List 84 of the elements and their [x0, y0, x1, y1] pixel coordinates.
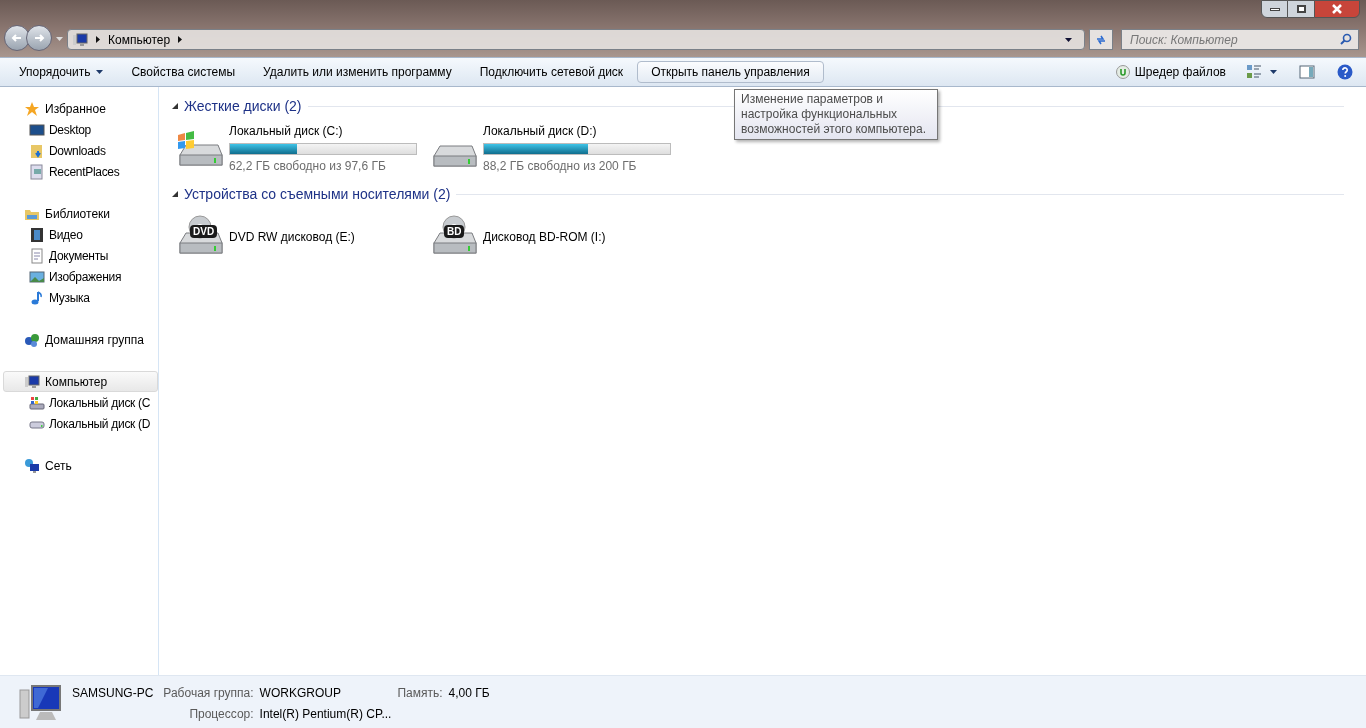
refresh-icon [1095, 33, 1107, 46]
image-icon [29, 268, 45, 285]
drive-name: Дисковод BD-ROM (I:) [483, 228, 606, 246]
nav-item[interactable]: Downloads [1, 140, 158, 161]
help-icon [1337, 64, 1353, 80]
close-button[interactable] [1314, 0, 1360, 18]
preview-pane-button[interactable] [1299, 64, 1315, 80]
homegroup-icon [24, 331, 40, 348]
nav-item[interactable]: Компьютер [3, 371, 158, 392]
free-space-text: 62,2 ГБ свободно из 97,6 ГБ [229, 158, 387, 175]
toolbar-button[interactable]: Подключить сетевой диск [465, 61, 638, 83]
nav-item[interactable]: Библиотеки [3, 203, 158, 224]
address-bar[interactable]: Компьютер [67, 29, 1085, 50]
field-label: Процессор: [188, 706, 254, 723]
field-value: Intel(R) Pentium(R) CP... [259, 706, 392, 723]
history-caret-icon [56, 37, 63, 41]
breadcrumb-arrow-icon [96, 36, 100, 43]
drive-item[interactable]: BD Дисковод BD-ROM (I:) [430, 206, 684, 267]
search-field[interactable]: Поиск: Компьютер [1121, 29, 1359, 50]
nav-item[interactable]: Изображения [1, 266, 158, 287]
caret-icon [1270, 70, 1277, 74]
organize-menu-button[interactable]: Упорядочить [5, 61, 118, 83]
back-arrow-icon [11, 32, 23, 44]
shredder-icon [1115, 65, 1130, 79]
nav-item[interactable]: Desktop [1, 119, 158, 140]
document-icon [29, 247, 45, 264]
desktop-icon [29, 121, 45, 138]
file-shredder-button[interactable]: Шредер файлов [1111, 63, 1230, 81]
minimize-button[interactable] [1261, 0, 1288, 18]
close-icon [1331, 3, 1343, 15]
group-heading: Жесткие диски (2) [184, 96, 302, 116]
tooltip: Изменение параметров и настройка функциональных возможностей этого компьютера. [734, 89, 938, 140]
music-note-icon [29, 289, 45, 306]
collapse-arrow-icon[interactable] [172, 191, 178, 197]
nav-item[interactable]: Избранное [3, 98, 158, 119]
preview-pane-icon [1299, 64, 1315, 80]
nav-item[interactable]: RecentPlaces [1, 161, 158, 182]
drive-label: BD [444, 225, 465, 238]
toolbar-button[interactable]: Удалить или изменить программу [249, 61, 466, 83]
nav-item[interactable]: Сеть [3, 455, 158, 476]
drive-item[interactable]: Локальный диск (C:) 62,2 ГБ свободно из 97,6 ГБ [176, 118, 430, 179]
nav-item[interactable]: Локальный диск (D [1, 413, 158, 434]
forward-button[interactable] [26, 25, 52, 51]
recent-places-icon [29, 163, 45, 180]
forward-arrow-icon [33, 32, 45, 44]
group-heading: Устройства со съемными носителями (2) [184, 184, 451, 204]
drive-name: DVD RW дисковод (E:) [229, 228, 355, 246]
nav-item[interactable]: Документы [1, 245, 158, 266]
nav-item[interactable]: Домашняя группа [3, 329, 158, 350]
toolbar-button[interactable]: Открыть панель управления [637, 61, 824, 83]
drive-name: Локальный диск (D:) [483, 123, 598, 140]
collapse-arrow-icon[interactable] [172, 103, 178, 109]
dropdown-caret-icon[interactable] [1065, 37, 1072, 42]
nav-item[interactable]: Локальный диск (C [1, 392, 158, 413]
field-label: Память: [397, 685, 443, 702]
field-value: 4,00 ГБ [448, 685, 490, 702]
computer-name: SAMSUNG-PC [72, 685, 154, 702]
breadcrumb-item[interactable]: Компьютер [108, 30, 171, 49]
film-icon [29, 226, 45, 243]
search-icon [1340, 33, 1352, 45]
drive-item[interactable]: Локальный диск (D:) 88,2 ГБ свободно из 200 ГБ [430, 118, 684, 179]
folder-icon [29, 142, 45, 159]
refresh-button[interactable] [1089, 29, 1113, 50]
toolbar-button[interactable]: Свойства системы [117, 61, 250, 83]
nav-item[interactable]: Музыка [1, 287, 158, 308]
view-options-button[interactable] [1246, 64, 1277, 80]
field-label: Рабочая группа: [163, 685, 254, 702]
computer-icon [24, 373, 40, 390]
field-value: WORKGROUP [259, 685, 342, 702]
drive-item[interactable]: DVD DVD RW дисковод (E:) [176, 206, 430, 267]
star-icon [24, 100, 40, 117]
caret-icon [96, 70, 104, 74]
free-space-text: 88,2 ГБ свободно из 200 ГБ [483, 158, 638, 175]
network-icon [24, 457, 40, 474]
windows-disk-icon [29, 394, 45, 411]
back-button[interactable] [4, 25, 30, 51]
view-icon [1246, 64, 1262, 80]
drive-label: DVD [190, 225, 218, 238]
restore-button[interactable] [1288, 0, 1314, 18]
drive-name: Локальный диск (C:) [229, 123, 344, 140]
computer-icon [72, 31, 88, 48]
breadcrumb-arrow-icon [178, 36, 183, 43]
help-button[interactable] [1337, 64, 1353, 80]
nav-item[interactable]: Видео [1, 224, 158, 245]
